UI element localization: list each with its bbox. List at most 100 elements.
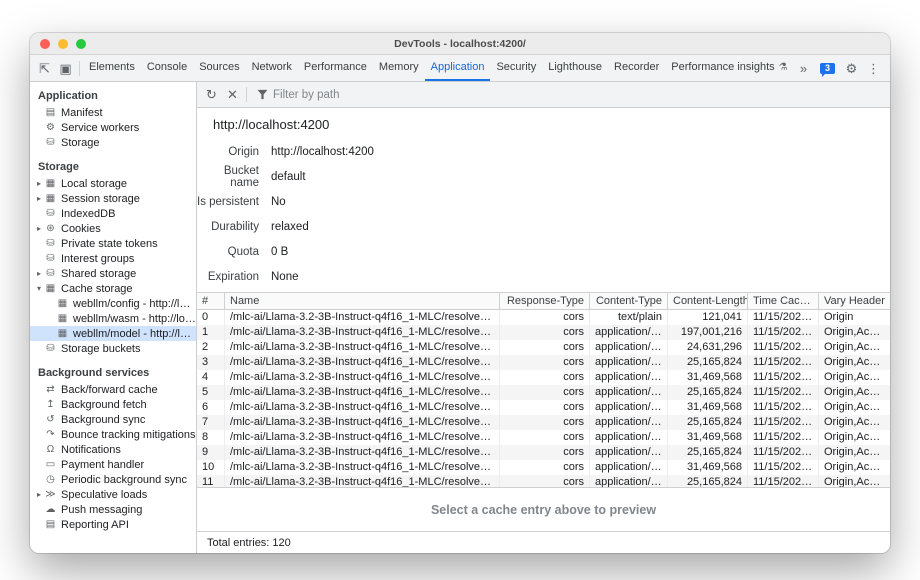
sidebar-item[interactable]: ◷ Periodic background sync bbox=[30, 472, 196, 487]
column-header-content-length[interactable]: Content-Length bbox=[668, 293, 748, 309]
sidebar-item[interactable]: ▤ Reporting API bbox=[30, 517, 196, 532]
column-header-response-type[interactable]: Response-Type bbox=[500, 293, 590, 309]
total-entries: Total entries: 120 bbox=[207, 537, 291, 549]
panel-tab[interactable]: Performance insights ⚗ bbox=[665, 55, 793, 81]
cell-name: /mlc-ai/Llama-3.2-3B-Instruct-q4f16_1-ML… bbox=[225, 475, 500, 487]
sidebar-item-label: Reporting API bbox=[61, 519, 129, 531]
sidebar-item[interactable]: ▸ ⊛ Cookies bbox=[30, 221, 196, 236]
filter-by-path-input[interactable] bbox=[273, 89, 443, 101]
more-panels-icon[interactable]: » bbox=[793, 62, 814, 75]
column-header-index[interactable]: # bbox=[197, 293, 225, 309]
sidebar-item[interactable]: ⛁ IndexedDB bbox=[30, 206, 196, 221]
cache-entry-row[interactable]: 1 /mlc-ai/Llama-3.2-3B-Instruct-q4f16_1-… bbox=[197, 325, 890, 340]
filter-container bbox=[250, 89, 443, 101]
sidebar-section-storage: Storage ▸ ▦ Local storage ▸ ▦ Session bbox=[30, 159, 196, 356]
refresh-icon[interactable]: ↻ bbox=[201, 88, 222, 101]
sidebar-item-label: Periodic background sync bbox=[61, 474, 187, 486]
panel-tab[interactable]: Security bbox=[490, 55, 542, 81]
sidebar-item[interactable]: ☁ Push messaging bbox=[30, 502, 196, 517]
sidebar-item[interactable]: ⛁ Storage bbox=[30, 135, 196, 150]
sidebar-section-header: Storage bbox=[30, 159, 196, 176]
sidebar-section-header: Application bbox=[30, 88, 196, 105]
metadata-label: Bucket name bbox=[197, 165, 259, 189]
panel-tab[interactable]: Console bbox=[141, 55, 193, 81]
kebab-menu-icon[interactable]: ⋮ bbox=[863, 62, 884, 75]
delete-entry-icon[interactable]: ✕ bbox=[222, 88, 243, 101]
sidebar-item[interactable]: ▦ webllm/wasm - http://loca… bbox=[30, 311, 196, 326]
tri-right-icon[interactable]: ▸ bbox=[34, 195, 44, 203]
close-window-button[interactable] bbox=[40, 39, 50, 49]
panel-tab[interactable]: Performance bbox=[298, 55, 373, 81]
inspect-element-icon[interactable]: ⇱ bbox=[34, 62, 55, 75]
sidebar-item[interactable]: ▦ webllm/config - http://loc… bbox=[30, 296, 196, 311]
console-messages-badge[interactable]: 3 bbox=[820, 63, 835, 74]
sidebar-item[interactable]: ▸ ⛁ Shared storage bbox=[30, 266, 196, 281]
devtools-body: Application ▤ Manifest ⚙ Service wo bbox=[30, 82, 890, 553]
sidebar-item[interactable]: ▤ Manifest bbox=[30, 105, 196, 120]
tri-right-icon[interactable]: ▸ bbox=[34, 491, 44, 499]
sidebar-item[interactable]: ▭ Payment handler bbox=[30, 457, 196, 472]
cell-vary-header: Origin,Access… bbox=[819, 475, 890, 487]
panel-tab[interactable]: Application bbox=[425, 55, 491, 81]
zoom-window-button[interactable] bbox=[76, 39, 86, 49]
grid-icon: ▦ bbox=[44, 179, 57, 189]
column-header-time-cached[interactable]: Time Cached bbox=[748, 293, 819, 309]
panel-tab[interactable]: Lighthouse bbox=[542, 55, 608, 81]
arrow-up-icon: ↥ bbox=[44, 400, 57, 410]
cell-content-type: application/oc… bbox=[590, 445, 668, 460]
panel-tab[interactable]: Memory bbox=[373, 55, 425, 81]
cache-entry-row[interactable]: 3 /mlc-ai/Llama-3.2-3B-Instruct-q4f16_1-… bbox=[197, 355, 890, 370]
tri-right-icon[interactable]: ▸ bbox=[34, 180, 44, 188]
panel-tab[interactable]: Recorder bbox=[608, 55, 665, 81]
cell-content-type: application/oc… bbox=[590, 370, 668, 385]
sidebar-item[interactable]: ⛁ Private state tokens bbox=[30, 236, 196, 251]
sidebar-item[interactable]: ▾ ▦ Cache storage bbox=[30, 281, 196, 296]
column-header-content-type[interactable]: Content-Type bbox=[590, 293, 668, 309]
sidebar-item[interactable]: ⇄ Back/forward cache bbox=[30, 382, 196, 397]
tri-down-icon[interactable]: ▾ bbox=[34, 285, 44, 293]
sidebar-item[interactable]: ↺ Background sync bbox=[30, 412, 196, 427]
cell-name: /mlc-ai/Llama-3.2-3B-Instruct-q4f16_1-ML… bbox=[225, 415, 500, 430]
cell-time-cached: 11/15/2024, 10… bbox=[748, 475, 819, 487]
cache-entry-row[interactable]: 0 /mlc-ai/Llama-3.2-3B-Instruct-q4f16_1-… bbox=[197, 310, 890, 325]
sidebar-item[interactable]: ↷ Bounce tracking mitigations bbox=[30, 427, 196, 442]
sidebar-item[interactable]: ▸ ▦ Local storage bbox=[30, 176, 196, 191]
sidebar-item[interactable]: ▸ ▦ Session storage bbox=[30, 191, 196, 206]
device-toolbar-icon[interactable]: ▣ bbox=[55, 62, 76, 75]
cache-entry-row[interactable]: 9 /mlc-ai/Llama-3.2-3B-Instruct-q4f16_1-… bbox=[197, 445, 890, 460]
card-icon: ▭ bbox=[44, 460, 57, 470]
sidebar-item[interactable]: ▸ ≫ Speculative loads bbox=[30, 487, 196, 502]
sidebar-item[interactable]: ⛁ Storage buckets bbox=[30, 341, 196, 356]
sidebar-item[interactable]: ▦ webllm/model - http://loc… bbox=[30, 326, 196, 341]
cache-entry-row[interactable]: 2 /mlc-ai/Llama-3.2-3B-Instruct-q4f16_1-… bbox=[197, 340, 890, 355]
sidebar-item-label: Session storage bbox=[61, 193, 140, 205]
metadata-row: Quota 0 B bbox=[197, 239, 890, 264]
cache-entry-row[interactable]: 8 /mlc-ai/Llama-3.2-3B-Instruct-q4f16_1-… bbox=[197, 430, 890, 445]
metadata-row: Bucket name default bbox=[197, 164, 890, 189]
sidebar-item[interactable]: ↥ Background fetch bbox=[30, 397, 196, 412]
cell-index: 3 bbox=[197, 355, 225, 370]
panel-tab[interactable]: Sources bbox=[193, 55, 245, 81]
cache-entry-row[interactable]: 6 /mlc-ai/Llama-3.2-3B-Instruct-q4f16_1-… bbox=[197, 400, 890, 415]
cache-entry-row[interactable]: 10 /mlc-ai/Llama-3.2-3B-Instruct-q4f16_1… bbox=[197, 460, 890, 475]
cell-response-type: cors bbox=[500, 430, 590, 445]
panel-tab[interactable]: Elements bbox=[83, 55, 141, 81]
cell-content-length: 121,041 bbox=[668, 310, 748, 325]
settings-gear-icon[interactable]: ⚙ bbox=[841, 62, 862, 75]
panel-tab[interactable]: Network bbox=[246, 55, 298, 81]
tri-right-icon[interactable]: ▸ bbox=[34, 270, 44, 278]
sidebar-item[interactable]: ⚙ Service workers bbox=[30, 120, 196, 135]
database-icon: ⛁ bbox=[44, 269, 57, 279]
cache-entry-row[interactable]: 4 /mlc-ai/Llama-3.2-3B-Instruct-q4f16_1-… bbox=[197, 370, 890, 385]
column-header-name[interactable]: Name bbox=[225, 293, 500, 309]
cache-entry-row[interactable]: 11 /mlc-ai/Llama-3.2-3B-Instruct-q4f16_1… bbox=[197, 475, 890, 487]
tri-right-icon[interactable]: ▸ bbox=[34, 225, 44, 233]
cache-entry-row[interactable]: 5 /mlc-ai/Llama-3.2-3B-Instruct-q4f16_1-… bbox=[197, 385, 890, 400]
sidebar-item[interactable]: Ω Notifications bbox=[30, 442, 196, 457]
sidebar-item[interactable]: ⛁ Interest groups bbox=[30, 251, 196, 266]
cache-entry-row[interactable]: 7 /mlc-ai/Llama-3.2-3B-Instruct-q4f16_1-… bbox=[197, 415, 890, 430]
minimize-window-button[interactable] bbox=[58, 39, 68, 49]
column-header-vary-header[interactable]: Vary Header bbox=[819, 293, 890, 309]
bounce-icon: ↷ bbox=[44, 430, 57, 440]
window-title: DevTools - localhost:4200/ bbox=[394, 38, 526, 50]
